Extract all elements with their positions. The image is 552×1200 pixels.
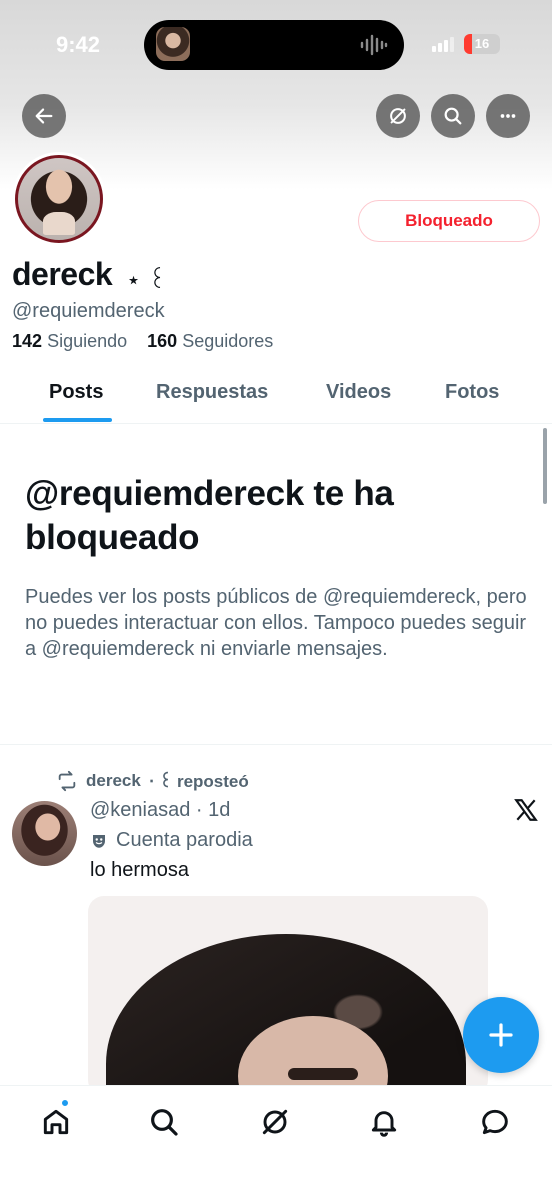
status-time: 9:42 [56,32,101,57]
tab-respuestas[interactable]: Respuestas [156,381,268,404]
parody-label: Cuenta parodia [90,829,253,852]
parody-mask-icon [93,834,105,848]
scrollbar[interactable] [543,428,547,504]
search-button[interactable] [431,94,475,138]
home-notification-dot [60,1098,70,1108]
post-image[interactable] [88,896,488,1096]
audio-wave-icon [360,34,388,56]
post-text: lo hermosa [90,859,189,881]
bottom-navigation [0,1085,552,1200]
following-count: 142 [12,331,43,351]
followers-label: Seguidores [182,331,274,351]
grok-icon [390,108,406,124]
parody-text: Cuenta parodia [116,829,253,851]
tab-videos[interactable]: Videos [326,381,391,404]
search-icon [444,107,462,125]
divider [0,744,552,745]
more-horizontal-icon [500,114,516,118]
profile-avatar[interactable] [12,152,106,246]
repost-name[interactable]: dereck [86,771,141,791]
post-author-handle: @keniasad [90,799,191,821]
blocked-title: @requiemdereck te ha bloqueado [25,474,394,557]
repost-icon [58,770,76,792]
now-playing-thumbnail [156,27,190,61]
display-name: dereck [12,256,113,292]
following-link[interactable]: 142 Siguiendo [12,331,127,351]
messages-icon [482,1109,508,1135]
blocked-button[interactable]: Bloqueado [358,200,540,242]
repost-indicator: dereck ⋅ ꒰ reposteó [56,770,249,792]
nav-search[interactable] [146,1104,182,1140]
arrow-left-icon [35,108,53,124]
post-time: 1d [208,799,231,821]
tab-fotos[interactable]: Fotos [445,381,499,404]
home-icon [43,1109,69,1135]
compose-button[interactable] [463,997,539,1073]
post-author-avatar[interactable] [12,801,77,866]
blocked-description: Puedes ver los posts públicos de @requie… [25,586,527,660]
back-button[interactable] [22,94,66,138]
nav-grok[interactable] [257,1104,293,1140]
following-label: Siguiendo [47,331,128,351]
x-logo-icon [514,799,538,821]
followers-link[interactable]: 160 Seguidores [147,331,273,351]
repost-suffix: ⋅ ꒰ reposteó [148,772,249,791]
tab-posts[interactable]: Posts [49,381,103,404]
profile-tabs: Posts Respuestas Videos Fotos [0,366,552,424]
profile-handle: @requiemdereck [12,300,165,322]
plus-icon [489,1023,513,1047]
more-button[interactable] [486,94,530,138]
dynamic-island[interactable] [144,20,404,70]
cellular-signal-icon [432,37,454,52]
battery-level: 16 [474,36,490,51]
grok-icon [262,1109,288,1135]
battery-indicator: 16 [464,34,500,54]
nav-notifications[interactable] [366,1104,402,1140]
followers-count: 160 [147,331,178,351]
post-author-meta[interactable]: @keniasad · 1d [90,799,230,822]
grok-button[interactable] [376,94,420,138]
notifications-icon [371,1111,397,1137]
search-icon [151,1109,178,1136]
nav-home[interactable] [38,1104,74,1140]
name-decoration: ⋆ ꒰ [126,267,167,294]
follow-stats: 142 Siguiendo 160 Seguidores [12,331,273,352]
active-tab-indicator [43,418,112,422]
nav-messages[interactable] [477,1104,513,1140]
